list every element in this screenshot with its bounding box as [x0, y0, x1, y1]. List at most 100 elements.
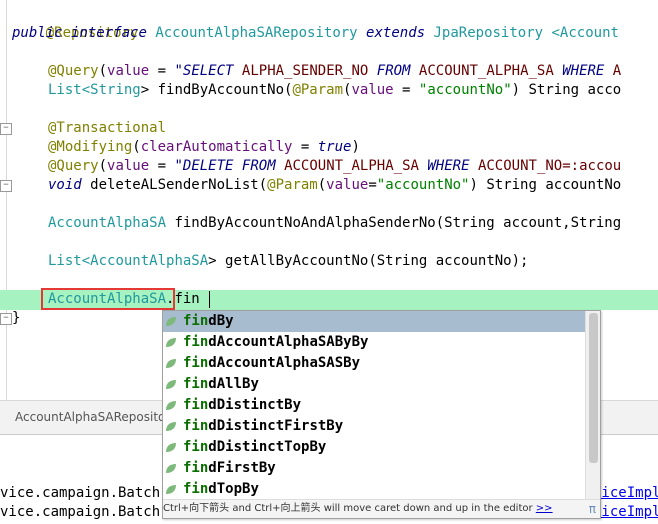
item-text: dBy [208, 313, 234, 329]
code-line: } [12, 309, 20, 328]
match-text: fin [183, 355, 209, 371]
class-name: AccountAlphaSARepository [155, 25, 358, 41]
string: "accountNo" [418, 82, 512, 98]
match-text: fin [183, 439, 209, 455]
fold-marker-icon[interactable]: − [0, 180, 12, 192]
type-name: JpaRepository <Account [433, 25, 619, 41]
sql-column: ALPHA_SENDER_NO [241, 63, 369, 79]
sql-keyword: WHERE [553, 63, 613, 79]
hint-more-link[interactable]: >> [536, 503, 553, 514]
annotation: @Query [48, 63, 99, 79]
sql-keyword: FROM [241, 158, 285, 174]
attr: value [351, 82, 394, 98]
completion-item[interactable]: findDistinctFirstBy [163, 416, 585, 437]
completion-item[interactable]: findAllBy [163, 374, 585, 395]
console-link[interactable]: viceImpl [593, 485, 658, 501]
sql-column: ACCOUNT_NO=:accou [477, 158, 622, 174]
annotation: @Modifying [48, 139, 133, 155]
breadcrumb[interactable]: AccountAlphaSARepository [15, 410, 177, 424]
console-line: viceImpl [593, 503, 658, 522]
code-line: AccountAlphaSA findByAccountNoAndAlphaSe… [48, 214, 621, 233]
punct: = [368, 177, 377, 193]
type-name: List< [48, 82, 91, 98]
match-text: fin [183, 460, 209, 476]
completion-item[interactable]: findAccountAlphaSAByBy [163, 332, 585, 353]
completion-item[interactable]: findFirstBy [163, 458, 585, 479]
leaf-icon [166, 359, 176, 368]
match-text: fin [183, 397, 209, 413]
code-line: @Modifying(clearAutomatically = true) [48, 138, 360, 157]
completion-item[interactable]: findTopBy [163, 479, 585, 500]
code-line: @Transactional [48, 119, 166, 138]
completion-hint: Ctrl+向下箭头 and Ctrl+向上箭头 will move caret … [163, 499, 600, 518]
sql-keyword: FROM [368, 63, 419, 79]
completion-popup: findBy findAccountAlphaSAByBy findAccoun… [162, 310, 601, 519]
keyword: public [12, 25, 63, 41]
punct: ( [317, 177, 327, 193]
type-name: AccountAlphaSA [48, 215, 167, 231]
attr: value [326, 177, 369, 193]
fold-marker-icon[interactable]: − [0, 123, 12, 135]
scroll-thumb[interactable] [589, 313, 598, 463]
type-name: List< [48, 253, 91, 269]
punct: ) [351, 139, 360, 155]
leaf-icon [166, 338, 176, 347]
popup-scrollbar[interactable] [585, 311, 600, 499]
string: "accountNo" [376, 177, 470, 193]
item-text: dAccountAlphaSASBy [208, 355, 361, 371]
sql-column: A [612, 63, 622, 79]
sql-table: ACCOUNT_ALPHA_SA [284, 158, 419, 174]
keyword: extends [366, 25, 426, 41]
console-line: vice.campaign.Batch [0, 484, 160, 503]
code-line: @Query(value = "DELETE FROM ACCOUNT_ALPH… [48, 157, 621, 176]
annotation: @Query [48, 158, 99, 174]
completion-item[interactable]: findDistinctBy [163, 395, 585, 416]
leaf-icon [166, 401, 176, 410]
sql-table: ACCOUNT_ALPHA_SA [418, 63, 554, 79]
keyword: interface [71, 25, 147, 41]
punct: ( [132, 139, 141, 155]
item-text: dDistinctBy [208, 397, 302, 413]
leaf-icon [166, 422, 176, 431]
item-text: dDistinctFirstBy [208, 418, 344, 434]
attr: clearAutomatically [140, 139, 293, 155]
code-text: findByAccountNoAndAlphaSenderNo(String a… [166, 215, 622, 231]
item-text: dAccountAlphaSAByBy [208, 334, 369, 350]
item-text: dAllBy [208, 376, 259, 392]
punct: = [149, 158, 175, 174]
hint-text: Ctrl+向下箭头 and Ctrl+向上箭头 will move caret … [163, 503, 533, 514]
type-name: AccountAlphaSA [90, 253, 209, 269]
punct: ( [98, 63, 108, 79]
annotation: @Transactional [48, 120, 167, 136]
code-line: public interface AccountAlphaSARepositor… [12, 24, 619, 43]
console-link[interactable]: viceImpl [593, 504, 658, 520]
code-text: ) String accountNo [469, 177, 622, 193]
match-text: fin [183, 481, 209, 497]
text-caret [209, 291, 210, 308]
leaf-icon [166, 485, 176, 494]
method-name: deleteALSenderNoList( [81, 177, 268, 193]
match-text: fin [183, 313, 209, 329]
type-name: String [90, 82, 141, 98]
completion-item[interactable]: findAccountAlphaSASBy [163, 353, 585, 374]
match-text: fin [183, 418, 209, 434]
code-line: @Repository [12, 5, 139, 41]
gutter [6, 0, 7, 400]
highlight-box [41, 288, 175, 310]
punct: = [292, 139, 318, 155]
fold-marker-icon[interactable]: − [0, 313, 12, 325]
match-text: fin [183, 376, 209, 392]
pi-icon[interactable]: π [589, 500, 596, 518]
console-line: viceImpl [593, 484, 658, 503]
completion-item[interactable]: findBy [163, 311, 585, 332]
code-line: @Query(value = "SELECT ALPHA_SENDER_NO F… [48, 62, 621, 81]
annotation: @Param [292, 82, 344, 98]
leaf-icon [166, 380, 176, 389]
keyword: true [317, 139, 352, 155]
completion-item[interactable]: findDistinctTopBy [163, 437, 585, 458]
match-text: fin [183, 334, 209, 350]
keyword: void [48, 177, 82, 193]
code-text: ) String acco [511, 82, 622, 98]
punct: = [149, 63, 175, 79]
code-line: void deleteALSenderNoList(@Param(value="… [48, 176, 621, 195]
